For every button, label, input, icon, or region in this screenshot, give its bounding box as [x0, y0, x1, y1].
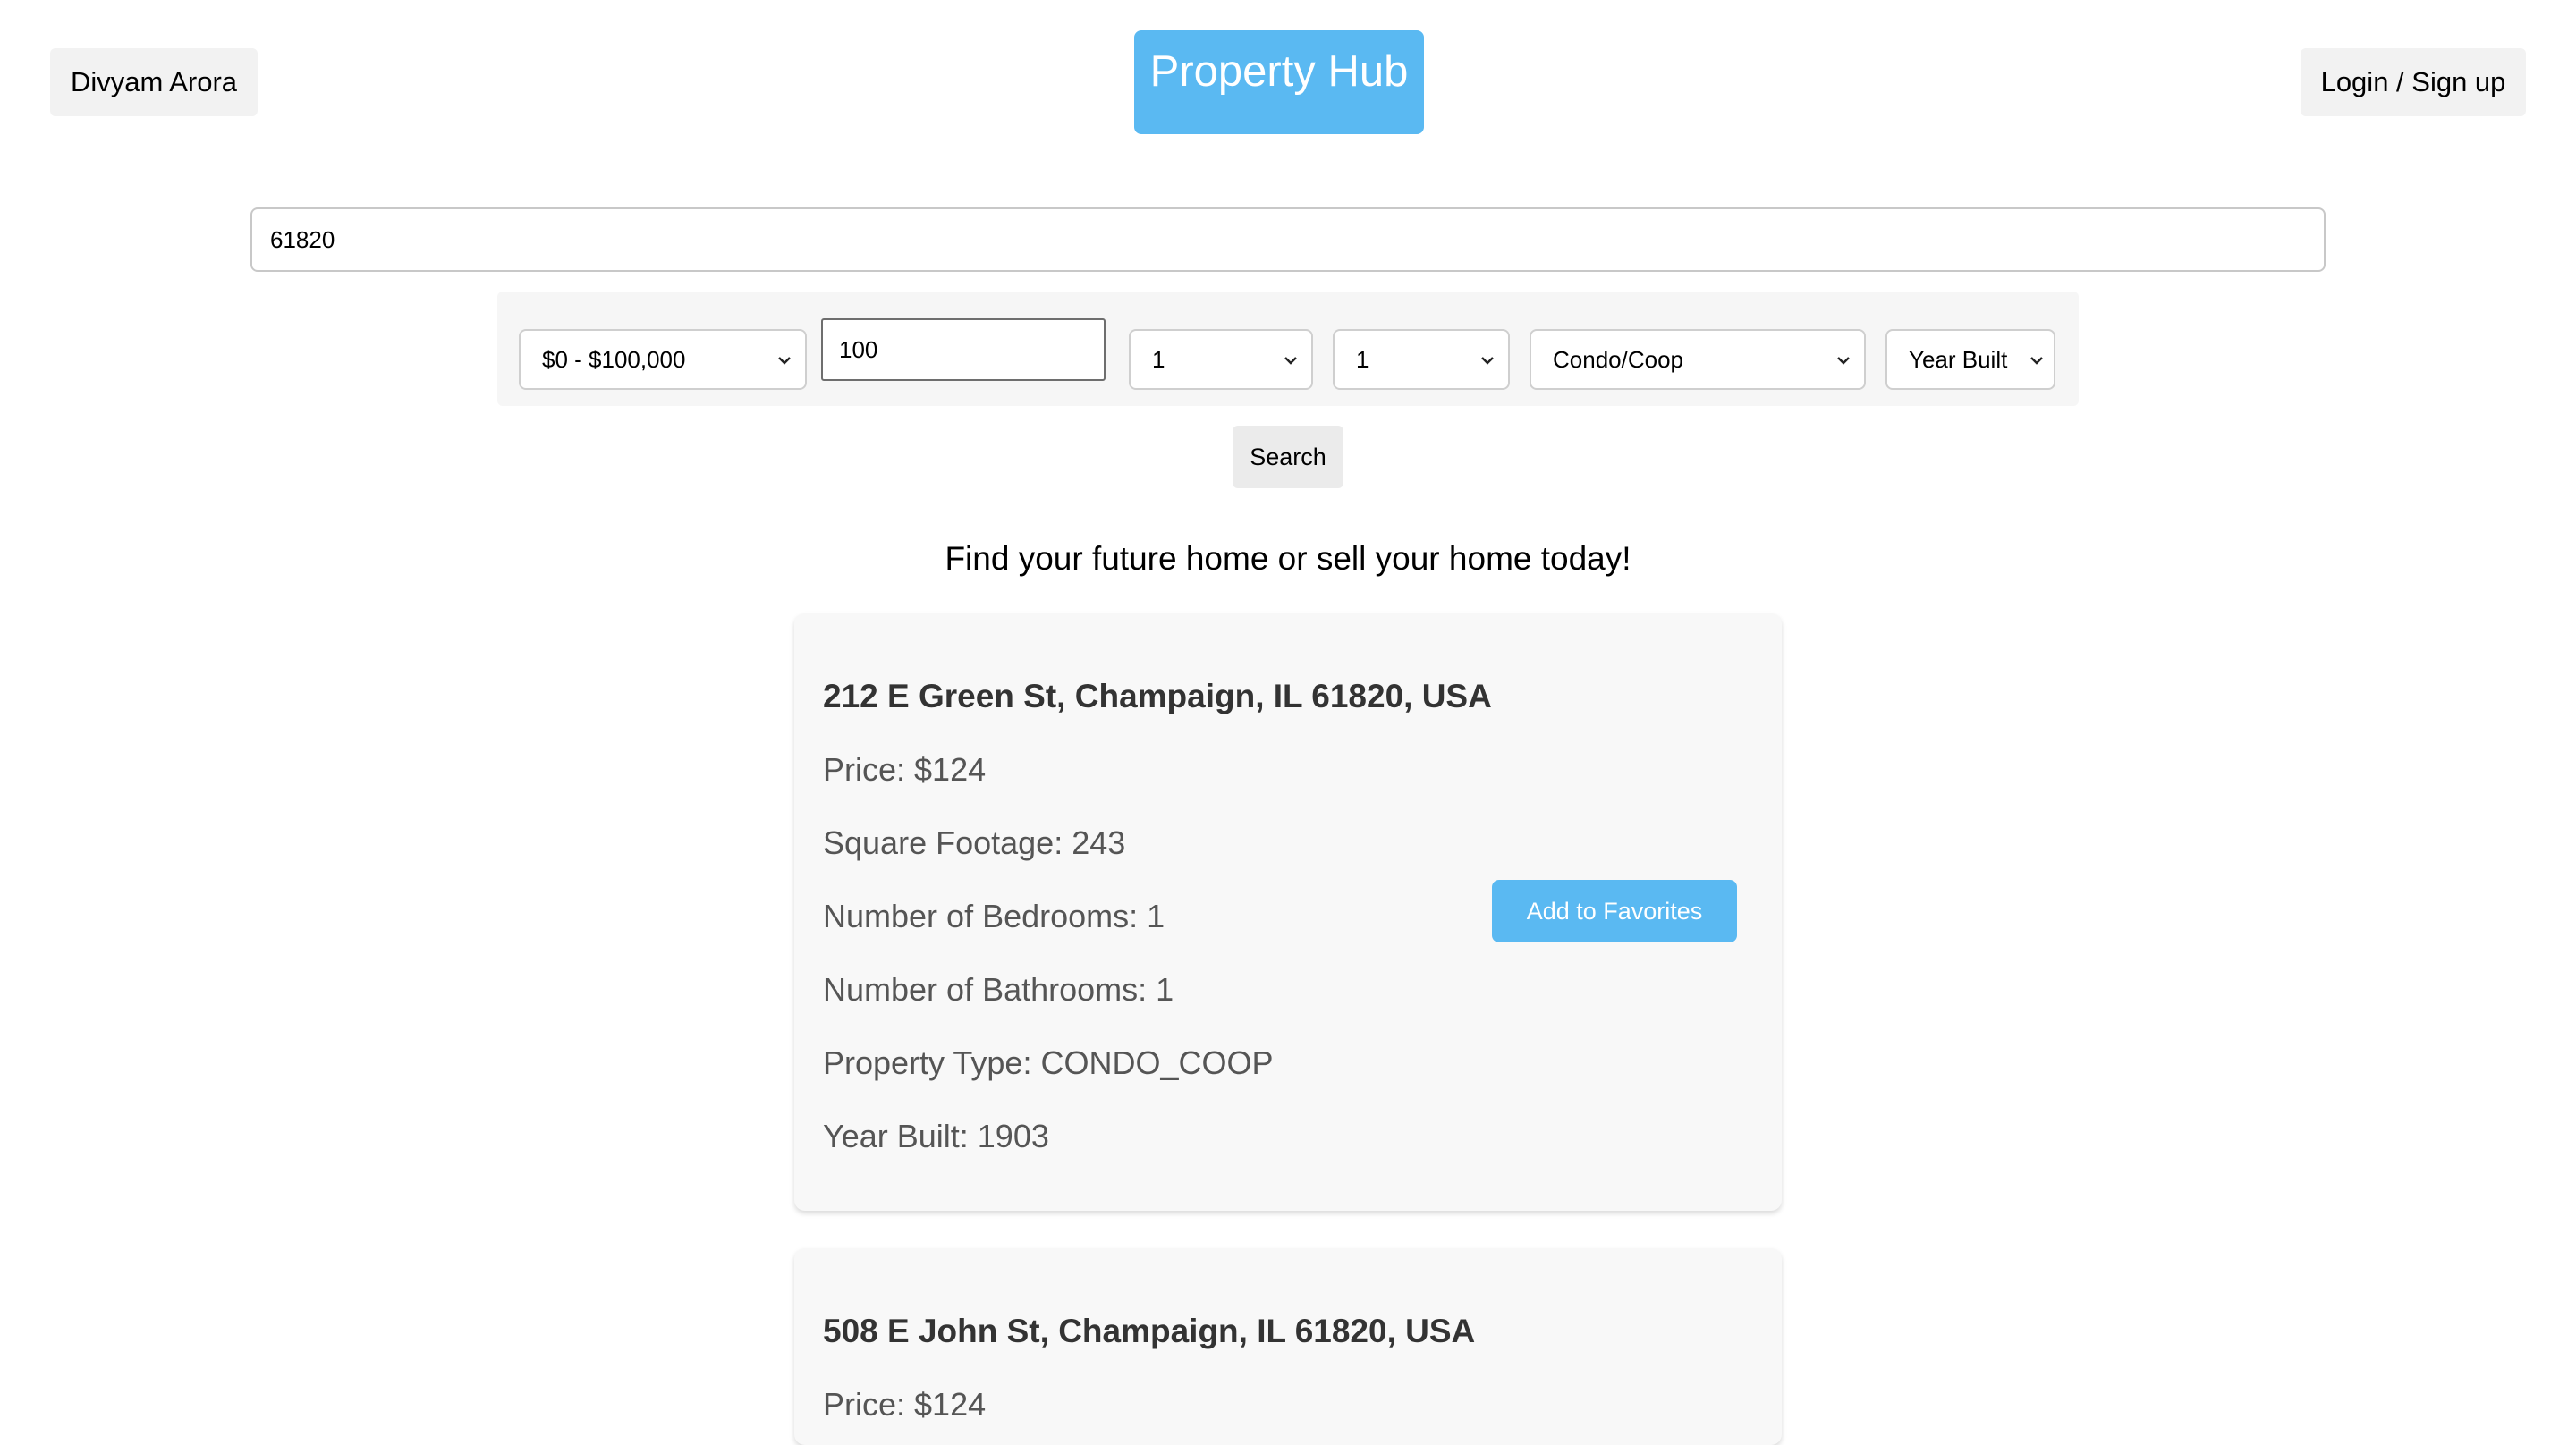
- brand-logo[interactable]: Property Hub: [1134, 30, 1424, 134]
- listing-property-type: Property Type: CONDO_COOP: [823, 1044, 1274, 1081]
- add-to-favorites-label: Add to Favorites: [1526, 897, 1703, 925]
- listing-bathrooms: Number of Bathrooms: 1: [823, 971, 1174, 1008]
- bedrooms-select[interactable]: 1: [1129, 329, 1313, 390]
- chevron-down-icon: [1481, 357, 1494, 365]
- listing-address: 212 E Green St, Champaign, IL 61820, USA: [823, 678, 1492, 714]
- bathrooms-select[interactable]: 1: [1333, 329, 1510, 390]
- listing-card: 212 E Green St, Champaign, IL 61820, USA…: [794, 613, 1782, 1211]
- listing-address: 508 E John St, Champaign, IL 61820, USA: [823, 1313, 1476, 1349]
- chevron-down-icon: [1284, 357, 1297, 365]
- search-button-label: Search: [1250, 443, 1326, 470]
- user-name: Divyam Arora: [70, 66, 238, 97]
- chevron-down-icon: [2030, 357, 2043, 365]
- listing-square-footage: Square Footage: 243: [823, 824, 1126, 861]
- price-range-select[interactable]: $0 - $100,000: [519, 329, 807, 390]
- listing-price: Price: $124: [823, 751, 987, 788]
- search-button[interactable]: Search: [1233, 426, 1343, 488]
- bathrooms-value: 1: [1356, 345, 1369, 373]
- user-name-badge: Divyam Arora: [50, 48, 258, 116]
- login-signup-label: Login / Sign up: [2320, 66, 2506, 97]
- listing-card: 508 E John St, Champaign, IL 61820, USA …: [794, 1248, 1782, 1445]
- year-built-value: Year Built: [1909, 345, 2008, 373]
- add-to-favorites-button[interactable]: Add to Favorites: [1492, 880, 1737, 942]
- listing-price: Price: $124: [823, 1386, 987, 1423]
- price-range-value: $0 - $100,000: [542, 345, 686, 373]
- property-type-select[interactable]: Condo/Coop: [1530, 329, 1866, 390]
- year-built-select[interactable]: Year Built: [1885, 329, 2055, 390]
- login-signup-button[interactable]: Login / Sign up: [2301, 48, 2526, 116]
- chevron-down-icon: [778, 357, 791, 365]
- brand-title: Property Hub: [1149, 47, 1409, 96]
- listing-bedrooms: Number of Bedrooms: 1: [823, 898, 1165, 934]
- tagline: Find your future home or sell your home …: [945, 540, 1631, 577]
- listing-year-built: Year Built: 1903: [823, 1118, 1049, 1154]
- square-footage-input[interactable]: [821, 318, 1106, 381]
- location-search-input[interactable]: [250, 207, 2326, 272]
- property-type-value: Condo/Coop: [1553, 345, 1683, 373]
- chevron-down-icon: [1837, 357, 1850, 365]
- bedrooms-value: 1: [1152, 345, 1165, 373]
